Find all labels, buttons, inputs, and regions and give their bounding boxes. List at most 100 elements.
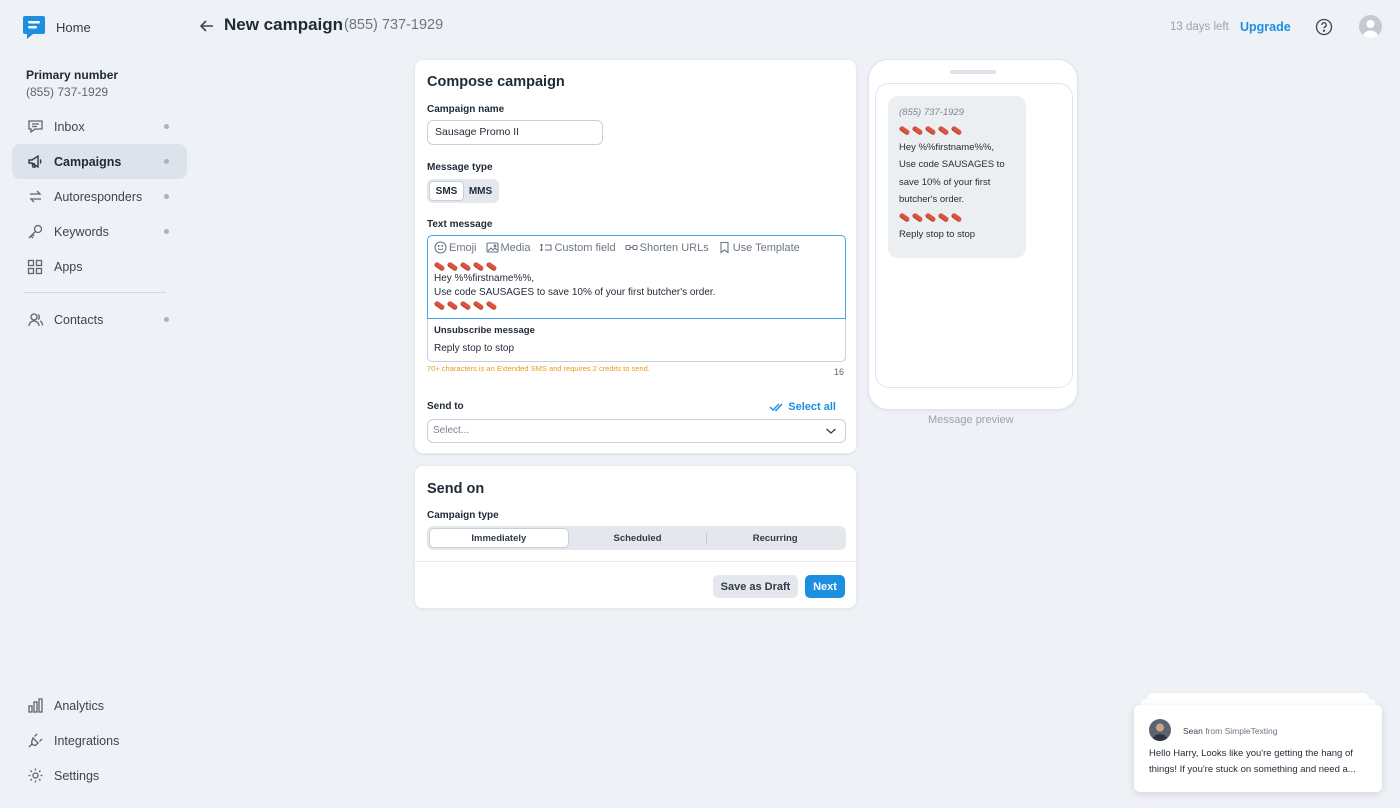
message-type-sms[interactable]: SMS xyxy=(429,181,464,201)
campaign-name-input[interactable]: Sausage Promo II xyxy=(427,120,603,145)
page-subtitle-number: (855) 737-1929 xyxy=(344,17,444,33)
sidebar-item-label: Inbox xyxy=(54,119,85,134)
extended-sms-warning: 70+ characters is an Extended SMS and re… xyxy=(427,364,650,373)
preview-line: save 10% of your first xyxy=(899,176,991,188)
home-link[interactable]: Home xyxy=(22,14,91,40)
select-all-button[interactable]: Select all xyxy=(769,401,836,413)
trial-days-left: 13 days left xyxy=(1170,21,1229,33)
hotdog-emoji-icon xyxy=(472,299,485,311)
hotdog-emoji-icon xyxy=(950,211,963,223)
sausage-emoji-row xyxy=(433,299,715,311)
hotdog-emoji-icon xyxy=(485,260,498,272)
image-icon xyxy=(485,242,499,253)
media-label: Media xyxy=(500,241,531,254)
user-avatar[interactable] xyxy=(1359,15,1382,38)
status-dot xyxy=(164,194,169,199)
logo-icon xyxy=(23,16,45,39)
key-icon xyxy=(26,223,44,241)
campaign-type-immediately[interactable]: Immediately xyxy=(429,528,569,548)
hotdog-emoji-icon xyxy=(472,260,485,272)
custom-field-icon xyxy=(540,244,553,251)
send-on-card: Send on Campaign type Immediately Schedu… xyxy=(414,465,857,609)
chevron-down-icon xyxy=(826,428,836,434)
emoji-button[interactable]: Emoji xyxy=(434,241,477,254)
sidebar-item-campaigns[interactable]: Campaigns xyxy=(12,144,187,179)
compose-campaign-card: Compose campaign Campaign name Sausage P… xyxy=(414,59,857,454)
unsubscribe-message-box[interactable]: Unsubscribe message Reply stop to stop xyxy=(427,319,846,362)
preview-line: Hey %%firstname%%, xyxy=(899,141,995,153)
compose-title: Compose campaign xyxy=(427,74,565,90)
message-line-greeting: Hey %%firstname%%, xyxy=(434,273,535,284)
send-on-title: Send on xyxy=(427,481,485,497)
chat-notification[interactable]: Sean from SimpleTexting Hello Harry, Loo… xyxy=(1134,705,1382,792)
sidebar-item-label: Settings xyxy=(54,768,100,783)
phone-notch xyxy=(950,70,996,74)
campaign-type-scheduled[interactable]: Scheduled xyxy=(569,528,707,548)
status-dot xyxy=(164,159,169,164)
preview-line: Reply stop to stop xyxy=(899,228,976,240)
custom-field-button[interactable]: Custom field xyxy=(539,241,616,254)
upgrade-link[interactable]: Upgrade xyxy=(1240,20,1291,34)
hotdog-emoji-icon xyxy=(433,299,446,311)
shorten-urls-label: Shorten URLs xyxy=(639,241,709,254)
preview-line: Use code SAUSAGES to xyxy=(899,159,1005,170)
unsubscribe-text: Reply stop to stop xyxy=(434,343,515,354)
agent-photo-icon xyxy=(1152,723,1168,741)
send-to-select[interactable]: Select... xyxy=(427,419,846,443)
home-label: Home xyxy=(56,19,91,35)
primary-number-block: Primary number (855) 737-1929 xyxy=(26,68,118,99)
back-arrow-icon[interactable] xyxy=(198,17,216,35)
sidebar-item-label: Autoresponders xyxy=(54,189,143,204)
chat-sender: Sean from SimpleTexting xyxy=(1183,726,1278,736)
apps-grid-icon xyxy=(26,258,44,276)
sidebar-item-apps[interactable]: Apps xyxy=(12,249,187,284)
campaign-type-recurring[interactable]: Recurring xyxy=(706,528,844,548)
primary-number-value: (855) 737-1929 xyxy=(26,85,109,99)
next-button[interactable]: Next xyxy=(805,575,845,598)
message-line-offer: Use code SAUSAGES to save 10% of your fi… xyxy=(434,286,716,298)
shorten-urls-button[interactable]: Shorten URLs xyxy=(625,241,709,254)
sidebar-item-contacts[interactable]: Contacts xyxy=(12,302,187,337)
use-template-button[interactable]: Use Template xyxy=(718,241,800,254)
save-as-draft-button[interactable]: Save as Draft xyxy=(713,575,798,598)
plug-icon xyxy=(26,732,44,750)
sausage-emoji-row xyxy=(898,209,1015,226)
status-dot xyxy=(164,124,169,129)
hotdog-emoji-icon xyxy=(924,211,937,223)
phone-preview: (855) 737-1929 Hey %%firstname%%, Use co… xyxy=(868,59,1078,410)
page-title: New campaign xyxy=(224,15,344,34)
preview-sender: (855) 737-1929 xyxy=(899,107,964,118)
message-type-mms[interactable]: MMS xyxy=(464,181,497,201)
sidebar-item-label: Contacts xyxy=(54,312,104,327)
use-template-label: Use Template xyxy=(732,241,800,254)
character-count: 16 xyxy=(833,367,844,377)
campaign-name-label: Campaign name xyxy=(427,104,505,115)
media-button[interactable]: Media xyxy=(485,241,531,254)
sidebar-nav: Inbox Campaigns Autoresponders Keywords xyxy=(12,109,187,284)
send-to-placeholder: Select... xyxy=(433,425,470,436)
bar-chart-icon xyxy=(26,697,44,715)
message-editor[interactable]: Emoji Media Custom field Shorten URLs Us… xyxy=(427,235,846,319)
sidebar-item-integrations[interactable]: Integrations xyxy=(12,723,187,758)
bookmark-icon xyxy=(720,241,729,254)
sidebar-item-label: Integrations xyxy=(54,733,120,748)
sidebar-item-keywords[interactable]: Keywords xyxy=(12,214,187,249)
sidebar-item-analytics[interactable]: Analytics xyxy=(12,688,187,723)
phone-screen: (855) 737-1929 Hey %%firstname%%, Use co… xyxy=(875,83,1073,388)
message-body: Hey %%firstname%%, Use code SAUSAGES to … xyxy=(433,260,716,311)
sidebar: Home Primary number (855) 737-1929 Inbox… xyxy=(0,0,200,808)
sidebar-item-autoresponders[interactable]: Autoresponders xyxy=(12,179,187,214)
megaphone-icon xyxy=(26,153,44,171)
help-icon[interactable] xyxy=(1315,18,1333,36)
select-all-label: Select all xyxy=(788,401,836,413)
chat-sender-org: from SimpleTexting xyxy=(1205,726,1278,736)
emoji-icon xyxy=(434,241,447,254)
message-preview-label: Message preview xyxy=(928,414,1014,426)
sidebar-item-label: Campaigns xyxy=(54,154,122,169)
unsubscribe-title: Unsubscribe message xyxy=(434,325,535,336)
sidebar-item-inbox[interactable]: Inbox xyxy=(12,109,187,144)
user-silhouette-icon xyxy=(1362,20,1379,38)
hotdog-emoji-icon xyxy=(937,124,950,136)
sidebar-item-settings[interactable]: Settings xyxy=(12,758,187,793)
sausage-emoji-row xyxy=(433,260,715,272)
